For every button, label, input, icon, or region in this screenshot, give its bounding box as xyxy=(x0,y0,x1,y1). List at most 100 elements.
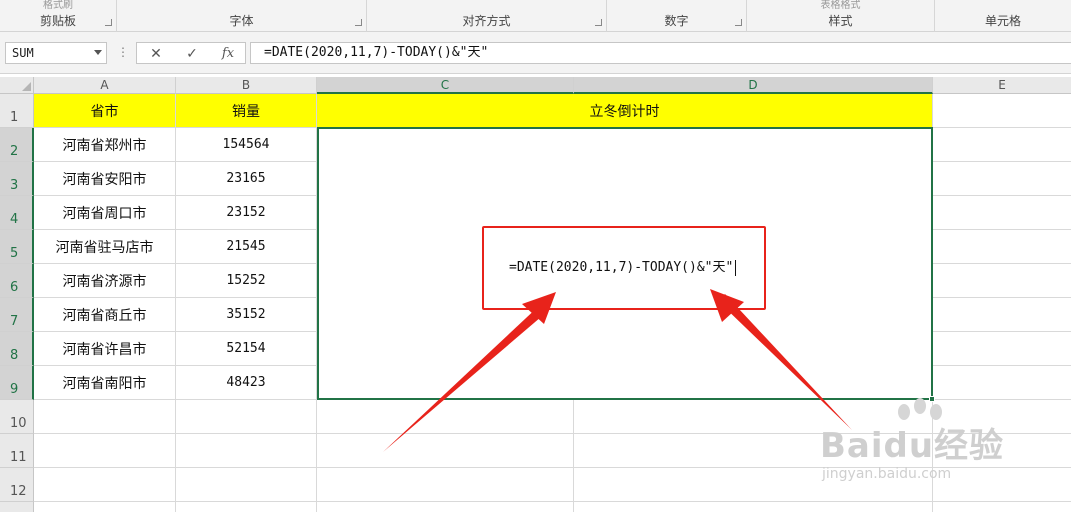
cell-a9[interactable]: 河南省南阳市 xyxy=(34,366,176,400)
row-header-10[interactable]: 10 xyxy=(0,400,34,434)
annotation-box xyxy=(482,226,766,310)
column-header-c[interactable]: C xyxy=(317,77,574,94)
cell-b9[interactable]: 48423 xyxy=(176,366,317,400)
cell-b11[interactable] xyxy=(176,434,317,468)
row-number: 5 xyxy=(10,246,19,261)
ribbon-group-number[interactable]: 数字 xyxy=(607,0,747,32)
cell-b12[interactable] xyxy=(176,468,317,502)
row-header-6[interactable]: 6 xyxy=(0,264,34,298)
ribbon-group-label: 对齐方式 xyxy=(462,14,511,28)
ribbon-group-cells[interactable]: 单元格 xyxy=(935,0,1071,32)
cell-c11[interactable] xyxy=(317,434,574,468)
row-number: 3 xyxy=(10,178,19,193)
row-header-5[interactable]: 5 xyxy=(0,230,34,264)
row-number: 1 xyxy=(10,110,19,125)
dialog-launcher-icon[interactable] xyxy=(355,19,362,26)
chevron-down-icon[interactable] xyxy=(94,50,102,55)
row-header-13[interactable] xyxy=(0,502,34,512)
name-box-value: SUM xyxy=(12,46,34,60)
ribbon-group-clipboard[interactable]: 格式刷 剪贴板 xyxy=(0,0,117,32)
column-header-a[interactable]: A xyxy=(34,77,176,94)
formula-bar: SUM ⋮ ✕ ✓ fx =DATE(2020,11,7)-TODAY()&"天… xyxy=(0,32,1071,74)
dialog-launcher-icon[interactable] xyxy=(595,19,602,26)
cell-a10[interactable] xyxy=(34,400,176,434)
ribbon-group-label: 单元格 xyxy=(984,14,1021,28)
cell-a2[interactable]: 河南省郑州市 xyxy=(34,128,176,162)
row-header-4[interactable]: 4 xyxy=(0,196,34,230)
ribbon-group-label: 剪贴板 xyxy=(39,14,76,28)
watermark-url: jingyan.baidu.com xyxy=(822,466,952,482)
formula-input[interactable]: =DATE(2020,11,7)-TODAY()&"天" xyxy=(250,42,1071,64)
row-number: 4 xyxy=(10,212,19,227)
row-header-11[interactable]: 11 xyxy=(0,434,34,468)
cell-a5[interactable]: 河南省驻马店市 xyxy=(34,230,176,264)
cell-a4[interactable]: 河南省周口市 xyxy=(34,196,176,230)
cell-a12[interactable] xyxy=(34,468,176,502)
cell-c13[interactable] xyxy=(317,502,574,512)
cell-c12[interactable] xyxy=(317,468,574,502)
column-header-e[interactable]: E xyxy=(933,77,1071,94)
row-number: 9 xyxy=(10,382,19,397)
cell-b6[interactable]: 15252 xyxy=(176,264,317,298)
ribbon-group-alignment[interactable]: 对齐方式 xyxy=(367,0,607,32)
ribbon-group-styles[interactable]: 表格格式 样式 xyxy=(747,0,935,32)
cell-e6[interactable] xyxy=(933,264,1071,298)
cell-a1[interactable]: 省市 xyxy=(34,94,176,128)
format-painter-label[interactable]: 格式刷 xyxy=(0,0,116,11)
cell-e2[interactable] xyxy=(933,128,1071,162)
cell-a8[interactable]: 河南省许昌市 xyxy=(34,332,176,366)
dialog-launcher-icon[interactable] xyxy=(735,19,742,26)
cell-b7[interactable]: 35152 xyxy=(176,298,317,332)
enter-icon[interactable]: ✓ xyxy=(181,45,203,63)
cell-e4[interactable] xyxy=(933,196,1071,230)
cell-c10[interactable] xyxy=(317,400,574,434)
cell-b1[interactable]: 销量 xyxy=(176,94,317,128)
select-all-button[interactable] xyxy=(0,77,34,94)
cell-b3[interactable]: 23165 xyxy=(176,162,317,196)
row-header-12[interactable]: 12 xyxy=(0,468,34,502)
row-number: 7 xyxy=(10,314,19,329)
row-header-8[interactable]: 8 xyxy=(0,332,34,366)
cell-b5[interactable]: 21545 xyxy=(176,230,317,264)
ribbon-group-label: 数字 xyxy=(664,14,689,28)
cell-e1[interactable] xyxy=(933,94,1071,128)
cell-c1-d1[interactable]: 立冬倒计时 xyxy=(317,94,933,128)
cell-a13[interactable] xyxy=(34,502,176,512)
row-header-3[interactable]: 3 xyxy=(0,162,34,196)
watermark: Baidu经验 jingyan.baidu.com xyxy=(800,398,1030,498)
cell-e13[interactable] xyxy=(933,502,1071,512)
cell-b13[interactable] xyxy=(176,502,317,512)
cell-b8[interactable]: 52154 xyxy=(176,332,317,366)
formula-buttons: ✕ ✓ fx xyxy=(136,42,246,64)
dialog-launcher-icon[interactable] xyxy=(105,19,112,26)
row-number: 12 xyxy=(10,484,27,499)
cell-e3[interactable] xyxy=(933,162,1071,196)
cell-e5[interactable] xyxy=(933,230,1071,264)
cell-a6[interactable]: 河南省济源市 xyxy=(34,264,176,298)
row-header-2[interactable]: 2 xyxy=(0,128,34,162)
name-box[interactable]: SUM xyxy=(5,42,107,64)
row-header-9[interactable]: 9 xyxy=(0,366,34,400)
cell-e7[interactable] xyxy=(933,298,1071,332)
insert-function-icon[interactable]: fx xyxy=(217,45,239,63)
row-header-7[interactable]: 7 xyxy=(0,298,34,332)
cell-b2[interactable]: 154564 xyxy=(176,128,317,162)
cell-b4[interactable]: 23152 xyxy=(176,196,317,230)
cell-b10[interactable] xyxy=(176,400,317,434)
row-number: 10 xyxy=(10,416,27,431)
table-format-label[interactable]: 表格格式 xyxy=(747,0,934,11)
column-header-d[interactable]: D xyxy=(574,77,933,94)
ribbon-group-font[interactable]: 字体 xyxy=(117,0,367,32)
cell-a3[interactable]: 河南省安阳市 xyxy=(34,162,176,196)
more-icon[interactable]: ⋮ xyxy=(117,44,129,60)
row-header-1[interactable]: 1 xyxy=(0,94,34,128)
cell-a11[interactable] xyxy=(34,434,176,468)
cell-a7[interactable]: 河南省商丘市 xyxy=(34,298,176,332)
cell-d13[interactable] xyxy=(574,502,933,512)
cancel-icon[interactable]: ✕ xyxy=(145,45,167,63)
ribbon-group-label: 样式 xyxy=(828,14,853,28)
row-number: 8 xyxy=(10,348,19,363)
column-header-b[interactable]: B xyxy=(176,77,317,94)
cell-e8[interactable] xyxy=(933,332,1071,366)
cell-e9[interactable] xyxy=(933,366,1071,400)
